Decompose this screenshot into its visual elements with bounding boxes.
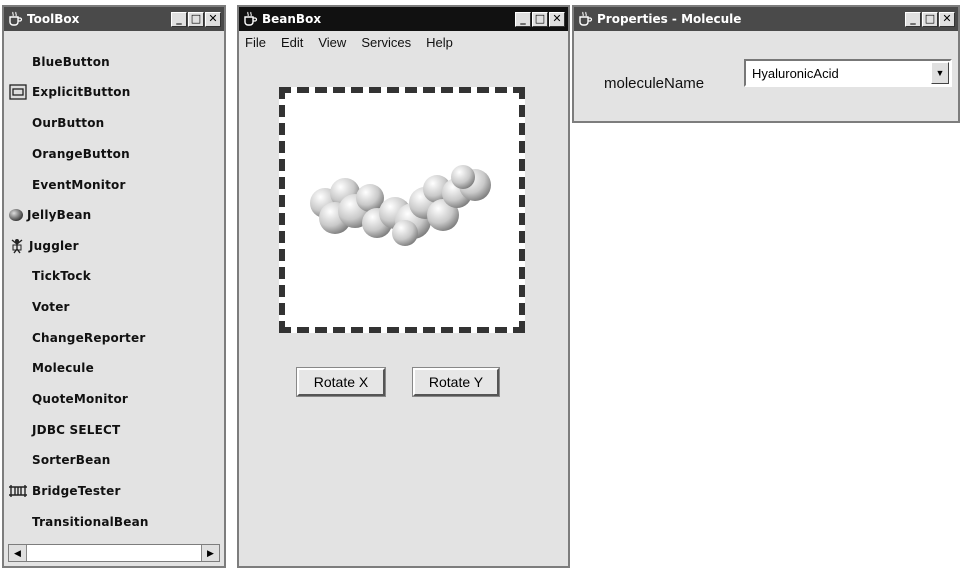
- toolbox-item-label: ChangeReporter: [32, 331, 146, 345]
- close-button[interactable]: ✕: [205, 11, 221, 27]
- toolbox-item-label: JDBC SELECT: [32, 423, 121, 437]
- rotate-y-button[interactable]: Rotate Y: [412, 367, 500, 397]
- java-cup-icon: [7, 11, 23, 27]
- molecule-name-label: moleculeName: [604, 75, 705, 92]
- toolbox-item-label: ExplicitButton: [32, 85, 131, 99]
- rotate-x-label: Rotate X: [313, 374, 369, 390]
- menu-edit[interactable]: Edit: [281, 35, 303, 50]
- menu-view[interactable]: View: [318, 35, 346, 50]
- toolbox-window: ToolBox _ □ ✕ BlueButton ExplicitButton …: [2, 5, 226, 568]
- toolbox-item-label: Juggler: [29, 239, 79, 253]
- minimize-button[interactable]: _: [515, 11, 531, 27]
- beanbox-window: BeanBox _ □ ✕ File Edit View Services He…: [237, 5, 570, 568]
- toolbox-item[interactable]: OurButton: [8, 112, 104, 134]
- rotate-x-button[interactable]: Rotate X: [296, 367, 386, 397]
- scroll-right-arrow-icon[interactable]: ▶: [201, 545, 219, 561]
- maximize-button[interactable]: □: [532, 11, 548, 27]
- maximize-button[interactable]: □: [188, 11, 204, 27]
- maximize-button[interactable]: □: [922, 11, 938, 27]
- horizontal-scrollbar[interactable]: ◀ ▶: [8, 544, 220, 562]
- jellybean-icon: [8, 206, 24, 224]
- scroll-left-arrow-icon[interactable]: ◀: [9, 545, 27, 561]
- toolbox-titlebar[interactable]: ToolBox _ □ ✕: [4, 7, 224, 31]
- java-cup-icon: [577, 11, 593, 27]
- menu-file[interactable]: File: [245, 35, 266, 50]
- molecule-bean[interactable]: [279, 87, 525, 333]
- toolbox-item[interactable]: Juggler: [8, 235, 79, 257]
- rotate-y-label: Rotate Y: [428, 374, 484, 390]
- toolbox-item-label: EventMonitor: [32, 178, 126, 192]
- toolbox-item[interactable]: BridgeTester: [8, 480, 121, 502]
- toolbox-item-label: JellyBean: [27, 208, 92, 222]
- toolbox-item[interactable]: BlueButton: [8, 51, 110, 73]
- toolbox-item-label: BlueButton: [32, 55, 110, 69]
- toolbox-item[interactable]: OrangeButton: [8, 143, 130, 165]
- molecule-name-value: HyaluronicAcid: [752, 65, 839, 81]
- menu-help[interactable]: Help: [426, 35, 453, 50]
- toolbox-item-label: Molecule: [32, 361, 94, 375]
- toolbox-item-label: SorterBean: [32, 453, 111, 467]
- close-button[interactable]: ✕: [939, 11, 955, 27]
- beanbox-title: BeanBox: [262, 12, 322, 26]
- toolbox-item[interactable]: EventMonitor: [8, 174, 126, 196]
- minimize-button[interactable]: _: [905, 11, 921, 27]
- molecule-image: [310, 165, 491, 246]
- menu-services[interactable]: Services: [361, 35, 411, 50]
- minimize-button[interactable]: _: [171, 11, 187, 27]
- juggler-icon: [8, 237, 26, 255]
- toolbox-item[interactable]: TransitionalBean: [8, 511, 149, 533]
- toolbox-item-label: Voter: [32, 300, 70, 314]
- close-button[interactable]: ✕: [549, 11, 565, 27]
- molecule-name-select[interactable]: HyaluronicAcid ▼: [744, 59, 952, 87]
- chevron-down-icon[interactable]: ▼: [931, 62, 949, 84]
- toolbox-item[interactable]: ExplicitButton: [8, 81, 130, 103]
- toolbox-item[interactable]: ChangeReporter: [8, 327, 145, 349]
- toolbox-item[interactable]: TickTock: [8, 265, 91, 287]
- bridge-icon: [8, 482, 28, 500]
- properties-title: Properties - Molecule: [597, 12, 742, 26]
- toolbox-item[interactable]: JDBC SELECT: [8, 419, 120, 441]
- toolbox-item[interactable]: JellyBean: [8, 204, 91, 226]
- toolbox-item[interactable]: QuoteMonitor: [8, 388, 128, 410]
- menubar: File Edit View Services Help: [239, 31, 568, 50]
- toolbox-item-label: QuoteMonitor: [32, 392, 129, 406]
- toolbox-item-label: OrangeButton: [32, 147, 130, 161]
- java-cup-icon: [242, 11, 258, 27]
- beanbox-titlebar[interactable]: BeanBox _ □ ✕: [239, 7, 568, 31]
- properties-titlebar[interactable]: Properties - Molecule _ □ ✕: [574, 7, 958, 31]
- toolbox-item[interactable]: Voter: [8, 296, 70, 318]
- toolbox-item-label: TickTock: [32, 269, 91, 283]
- toolbox-title: ToolBox: [27, 12, 80, 26]
- toolbox-item[interactable]: SorterBean: [8, 449, 111, 471]
- toolbox-item-label: OurButton: [32, 116, 105, 130]
- properties-window: Properties - Molecule _ □ ✕ moleculeName…: [572, 5, 960, 123]
- button-icon: [8, 83, 28, 101]
- toolbox-item-label: TransitionalBean: [32, 515, 149, 529]
- toolbox-item[interactable]: Molecule: [8, 357, 94, 379]
- toolbox-item-label: BridgeTester: [32, 484, 121, 498]
